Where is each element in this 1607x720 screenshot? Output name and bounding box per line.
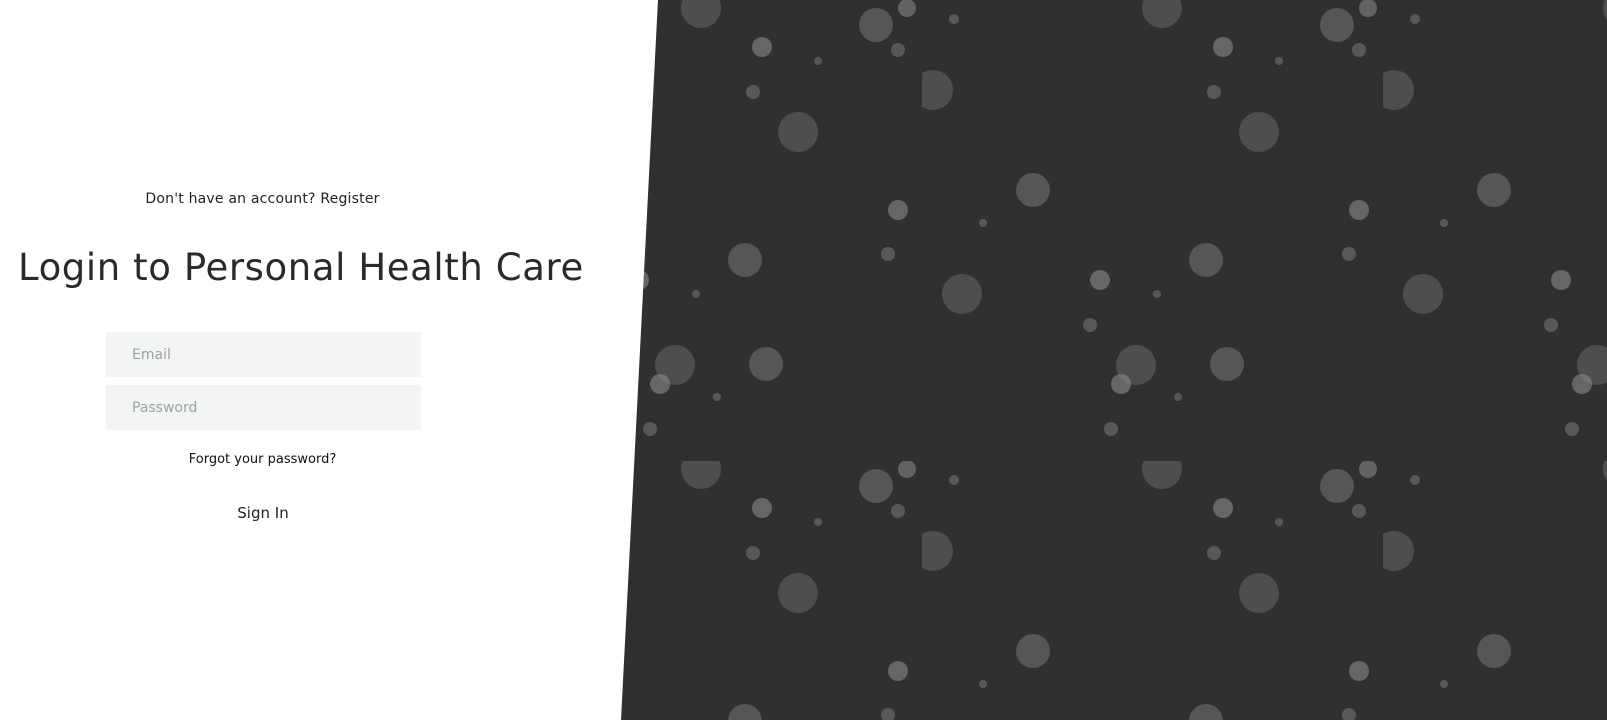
bubble-layer <box>621 0 1607 720</box>
login-page: Don't have an account? Register Login to… <box>0 0 1607 720</box>
decorative-bubble-panel <box>621 0 1607 720</box>
